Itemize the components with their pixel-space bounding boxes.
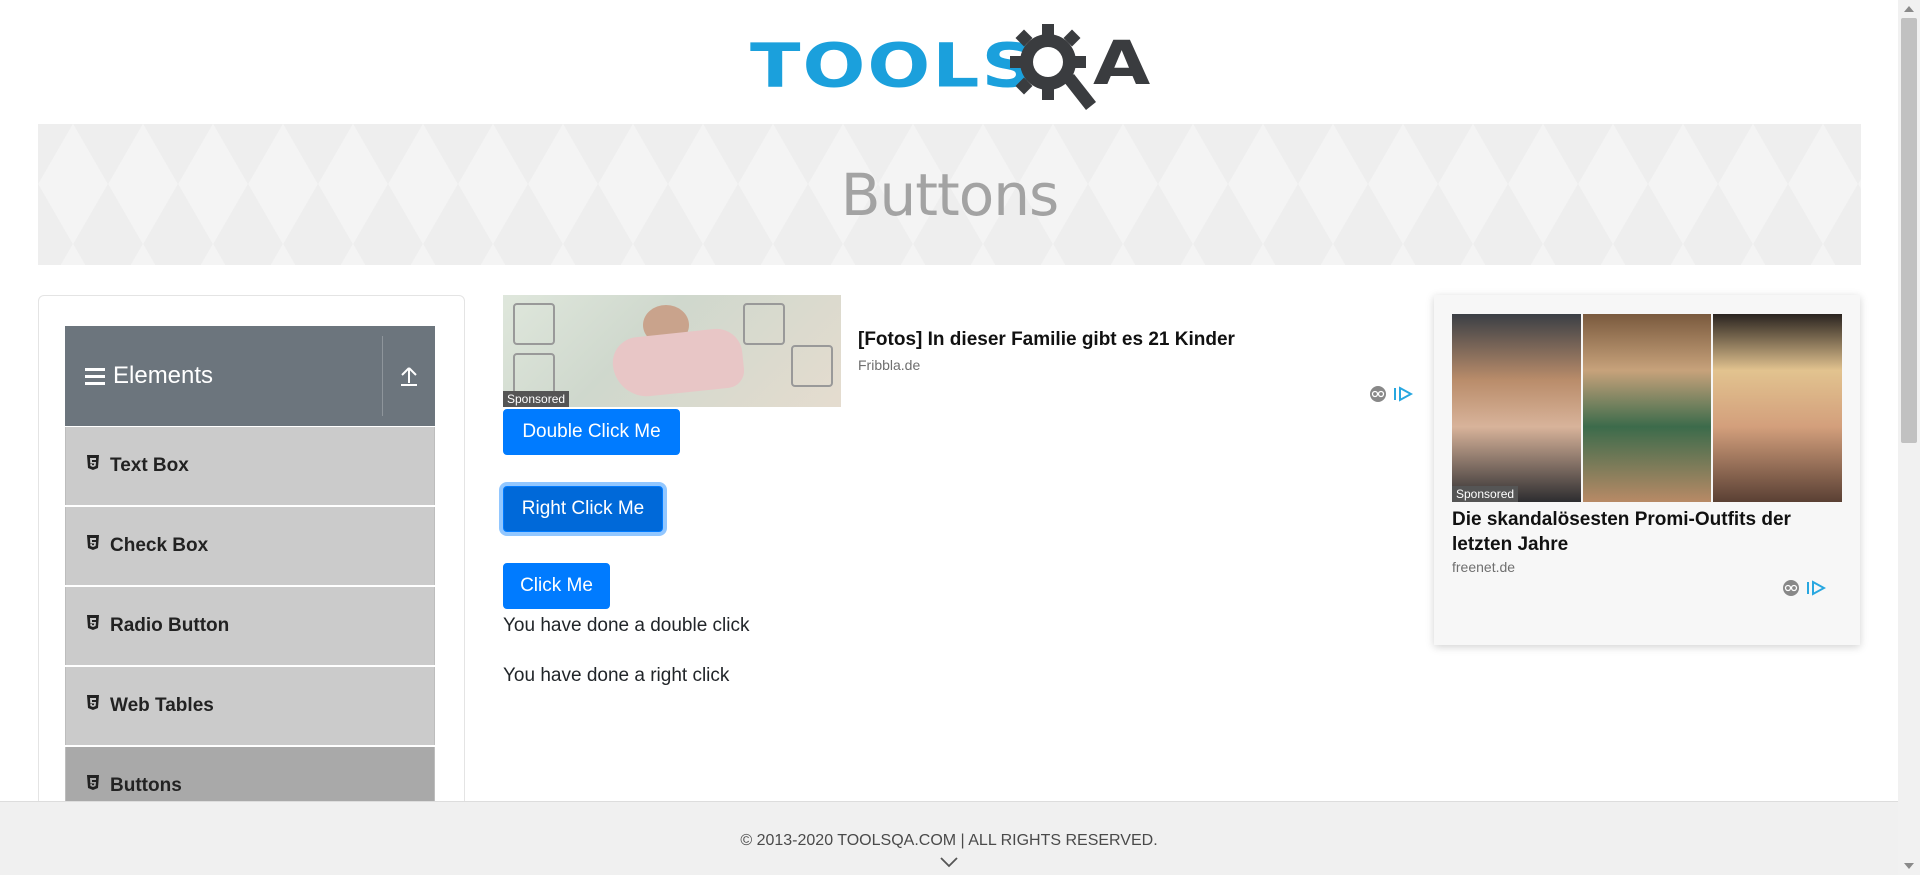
sidebar-item-text-box[interactable]: Text Box [65,427,435,505]
blanket-tile [743,303,785,345]
double-click-button[interactable]: Double Click Me [503,409,680,455]
sidebar-item-label: Text Box [110,455,189,476]
gear-magnifier-icon [1010,24,1096,110]
sidebar-item-label: Check Box [110,535,209,556]
sidebar-item-label: Web Tables [110,695,214,716]
sidebar: Elements Text Box Check Box Radio Button… [38,295,465,815]
footer: © 2013-2020 TOOLSQA.COM | ALL RIGHTS RES… [0,801,1898,875]
blanket-tile [791,345,833,387]
adchoices-icon[interactable] [1806,580,1826,596]
top-advertisement[interactable]: Sponsored [Fotos] In dieser Familie gibt… [503,295,1413,407]
ad-thumbnail[interactable]: Sponsored [503,295,841,407]
ad-photo [1452,314,1581,502]
page-title: Buttons [840,160,1059,229]
sidebar-item-radio-button[interactable]: Radio Button [65,587,435,665]
ad-privacy-icon[interactable] [1782,579,1800,597]
sidebar-item-label: Buttons [110,775,182,796]
ad-image[interactable]: Sponsored [1452,314,1842,502]
sidebar-item-web-tables[interactable]: Web Tables [65,667,435,745]
ad-photo [1713,314,1842,502]
html5-icon [87,695,99,710]
ad-privacy-icon[interactable] [1369,385,1387,403]
upload-arrow-icon [401,367,417,386]
scroll-up-arrow[interactable] [1904,6,1914,12]
html5-icon [87,535,99,550]
ad-headline[interactable]: [Fotos] In dieser Familie gibt es 21 Kin… [858,329,1235,351]
double-click-message: You have done a double click [503,615,750,636]
click-me-button[interactable]: Click Me [503,563,610,609]
sponsored-label: Sponsored [503,391,570,407]
logo-text: TOOLS [750,30,1037,102]
collapse-button[interactable] [383,326,435,426]
copyright-text: © 2013-2020 TOOLSQA.COM | ALL RIGHTS RES… [740,832,1158,849]
sidebar-item-label: Radio Button [110,615,230,636]
sidebar-group-title[interactable]: Elements [65,362,382,390]
sidebar-menu: Text Box Check Box Radio Button Web Tabl… [65,427,435,814]
ad-choices[interactable] [1369,385,1413,403]
sidebar-group-elements[interactable]: Elements [65,326,435,426]
html5-icon [87,775,99,790]
sidebar-item-check-box[interactable]: Check Box [65,507,435,585]
menu-icon [85,364,105,389]
html5-icon [87,455,99,470]
baby-blanket [610,326,746,400]
ad-photo [1582,314,1712,502]
ad-source[interactable]: Fribbla.de [858,357,920,373]
right-click-button[interactable]: Right Click Me [503,486,663,532]
sidebar-group-label: Elements [113,362,214,389]
vertical-scrollbar[interactable] [1898,0,1920,875]
html5-icon [87,615,99,630]
side-advertisement[interactable]: Sponsored Die skandalösesten Promi-Outfi… [1434,295,1860,645]
scrollbar-thumb[interactable] [1901,18,1917,443]
scroll-down-arrow[interactable] [1904,863,1914,869]
ad-choices[interactable] [1782,579,1826,597]
logo-text-end: A [1093,28,1151,99]
right-click-message: You have done a right click [503,665,730,686]
chevron-down-icon[interactable] [939,856,959,868]
blanket-tile [513,353,555,395]
sponsored-label: Sponsored [1452,486,1519,502]
ad-source[interactable]: freenet.de [1452,559,1515,575]
blanket-tile [513,303,555,345]
toolsqa-logo[interactable]: TOOLS A [750,18,1155,114]
ad-headline[interactable]: Die skandalösesten Promi-Outfits der let… [1452,507,1842,557]
page-banner: Buttons [38,124,1861,265]
adchoices-icon[interactable] [1393,386,1413,402]
